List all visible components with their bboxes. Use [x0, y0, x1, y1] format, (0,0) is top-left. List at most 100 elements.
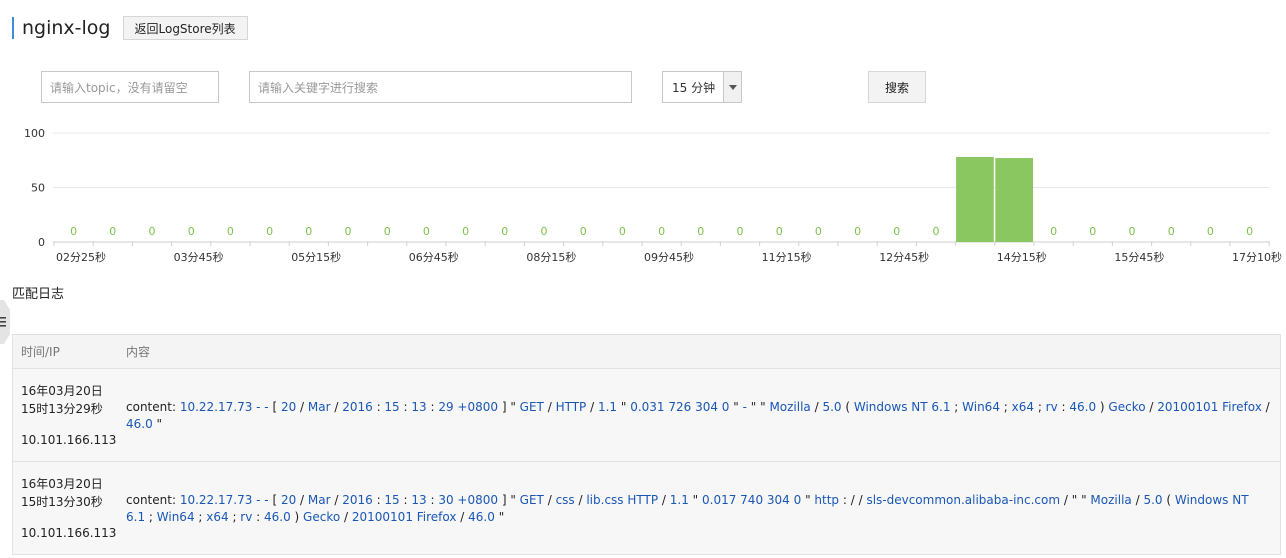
content-token-link[interactable]: 0.017 740 304 0	[702, 493, 801, 507]
table-row: 16年03月20日 15时13分29秒 10.101.166.113 conte…	[13, 369, 1280, 462]
page-header: nginx-log 返回LogStore列表	[12, 15, 248, 41]
content-token-link[interactable]: Mar	[308, 400, 331, 414]
content-separator: /	[574, 493, 587, 507]
bar-value-label: 0	[305, 225, 312, 238]
keyword-search-input[interactable]: 请输入关键字进行搜索	[249, 71, 632, 103]
content-separator: ;	[950, 400, 963, 414]
bar-value-label: 0	[815, 225, 822, 238]
content-token-link[interactable]: 46.0	[126, 417, 153, 431]
bar-value-label: 0	[188, 225, 195, 238]
topic-input[interactable]: 请输入topic，没有请留空	[41, 71, 219, 103]
content-separator: /	[543, 493, 556, 507]
content-separator: "	[688, 493, 702, 507]
x-tick-label: 05分15秒	[291, 250, 341, 264]
content-separator: /	[330, 400, 343, 414]
content-token-link[interactable]: 15	[384, 400, 399, 414]
bar-value-label: 0	[658, 225, 665, 238]
content-separator: "	[152, 417, 163, 431]
content-separator: : / /	[839, 493, 867, 507]
bar-value-label: 0	[1168, 225, 1175, 238]
content-token-link[interactable]: http	[814, 493, 839, 507]
x-tick-label: 09分45秒	[644, 250, 694, 264]
bar-value-label: 0	[737, 225, 744, 238]
content-separator: ;	[228, 510, 241, 524]
x-tick-label: 06分45秒	[409, 250, 459, 264]
content-token-link[interactable]: Gecko	[1108, 400, 1145, 414]
content-token-link[interactable]: 20100101 Firefox	[1157, 400, 1262, 414]
content-token-link[interactable]: 5.0	[822, 400, 841, 414]
content-token-link[interactable]: Win64	[157, 510, 195, 524]
content-token-link[interactable]: Mozilla	[1090, 493, 1131, 507]
side-panel-toggle-icon[interactable]	[0, 300, 10, 344]
content-token-link[interactable]: 2016	[342, 400, 373, 414]
content-separator: "	[494, 510, 505, 524]
bar-value-label: 0	[423, 225, 430, 238]
content-token-link[interactable]: 1.1	[670, 493, 689, 507]
content-token-link[interactable]: GET	[520, 400, 544, 414]
content-token-link[interactable]: 0.031 726 304 0	[630, 400, 729, 414]
x-tick-label: 15分45秒	[1114, 250, 1164, 264]
content-token-link[interactable]: rv	[1046, 400, 1058, 414]
search-button[interactable]: 搜索	[868, 71, 926, 103]
content-token-link[interactable]: 1.1	[598, 400, 617, 414]
content-token-link[interactable]: x64	[206, 510, 228, 524]
content-separator: :	[372, 493, 385, 507]
content-separator: [	[268, 493, 281, 507]
content-token-link[interactable]: 5.0	[1143, 493, 1162, 507]
content-prefix: content:	[126, 493, 180, 507]
x-tick-label: 02分25秒	[56, 250, 106, 264]
bar-value-label: 0	[933, 225, 940, 238]
content-token-link[interactable]: 20	[281, 400, 296, 414]
content-token-link[interactable]: sls-devcommon.alibaba-inc.com	[866, 493, 1060, 507]
content-token-link[interactable]: HTTP	[556, 400, 587, 414]
content-token-link[interactable]: 15	[384, 493, 399, 507]
content-token-link[interactable]: rv	[240, 510, 252, 524]
content-separator: ;	[194, 510, 207, 524]
time-range-select[interactable]: 15 分钟	[662, 71, 742, 103]
bar-value-label: 0	[1129, 225, 1136, 238]
back-to-logstore-list-button[interactable]: 返回LogStore列表	[122, 16, 248, 40]
log-date: 16年03月20日	[21, 384, 103, 398]
bar-value-label: 0	[1089, 225, 1096, 238]
content-token-link[interactable]: 20100101 Firefox	[352, 510, 457, 524]
page-title: nginx-log	[22, 17, 111, 39]
content-separator: ] "	[498, 493, 520, 507]
content-token-link[interactable]: Windows NT 6.1	[854, 400, 951, 414]
content-token-link[interactable]: Gecko	[303, 510, 340, 524]
column-time-ip: 时间/IP	[21, 345, 60, 359]
bar-value-label: 0	[501, 225, 508, 238]
content-token-link[interactable]: 2016	[342, 493, 373, 507]
x-tick-label: 03分45秒	[174, 250, 224, 264]
log-meta: 16年03月20日 15时13分30秒 10.101.166.113	[13, 462, 126, 554]
content-token-link[interactable]: 10.22.17.73 - -	[180, 493, 269, 507]
content-token-link[interactable]: 10.22.17.73 - -	[180, 400, 269, 414]
content-separator: ;	[1034, 400, 1046, 414]
content-token-link[interactable]: 29 +0800	[438, 400, 498, 414]
content-token-link[interactable]: Mar	[308, 493, 331, 507]
content-token-link[interactable]: 20	[281, 493, 296, 507]
bar-value-label: 0	[854, 225, 861, 238]
content-token-link[interactable]: 30 +0800	[438, 493, 498, 507]
y-tick-label: 100	[24, 127, 45, 140]
bar-value-label: 0	[1050, 225, 1057, 238]
content-token-link[interactable]: GET	[520, 493, 544, 507]
content-token-link[interactable]: 13	[411, 400, 426, 414]
content-separator: "	[729, 400, 743, 414]
content-token-link[interactable]: x64	[1012, 400, 1034, 414]
content-token-link[interactable]: 46.0	[1069, 400, 1096, 414]
bar-value-label: 0	[384, 225, 391, 238]
content-token-link[interactable]: 13	[411, 493, 426, 507]
content-separator: (	[1162, 493, 1175, 507]
content-token-link[interactable]: Win64	[962, 400, 1000, 414]
bar-value-label: 0	[893, 225, 900, 238]
content-token-link[interactable]: 46.0	[468, 510, 495, 524]
content-token-link[interactable]: lib.css HTTP	[586, 493, 658, 507]
content-separator: /	[340, 510, 352, 524]
x-tick-label: 12分45秒	[879, 250, 929, 264]
content-token-link[interactable]: Mozilla	[769, 400, 810, 414]
content-separator: :	[399, 493, 412, 507]
content-token-link[interactable]: 46.0	[264, 510, 291, 524]
content-token-link[interactable]: css	[556, 493, 575, 507]
x-tick-label: 11分15秒	[762, 250, 812, 264]
chevron-down-icon[interactable]	[723, 72, 741, 102]
